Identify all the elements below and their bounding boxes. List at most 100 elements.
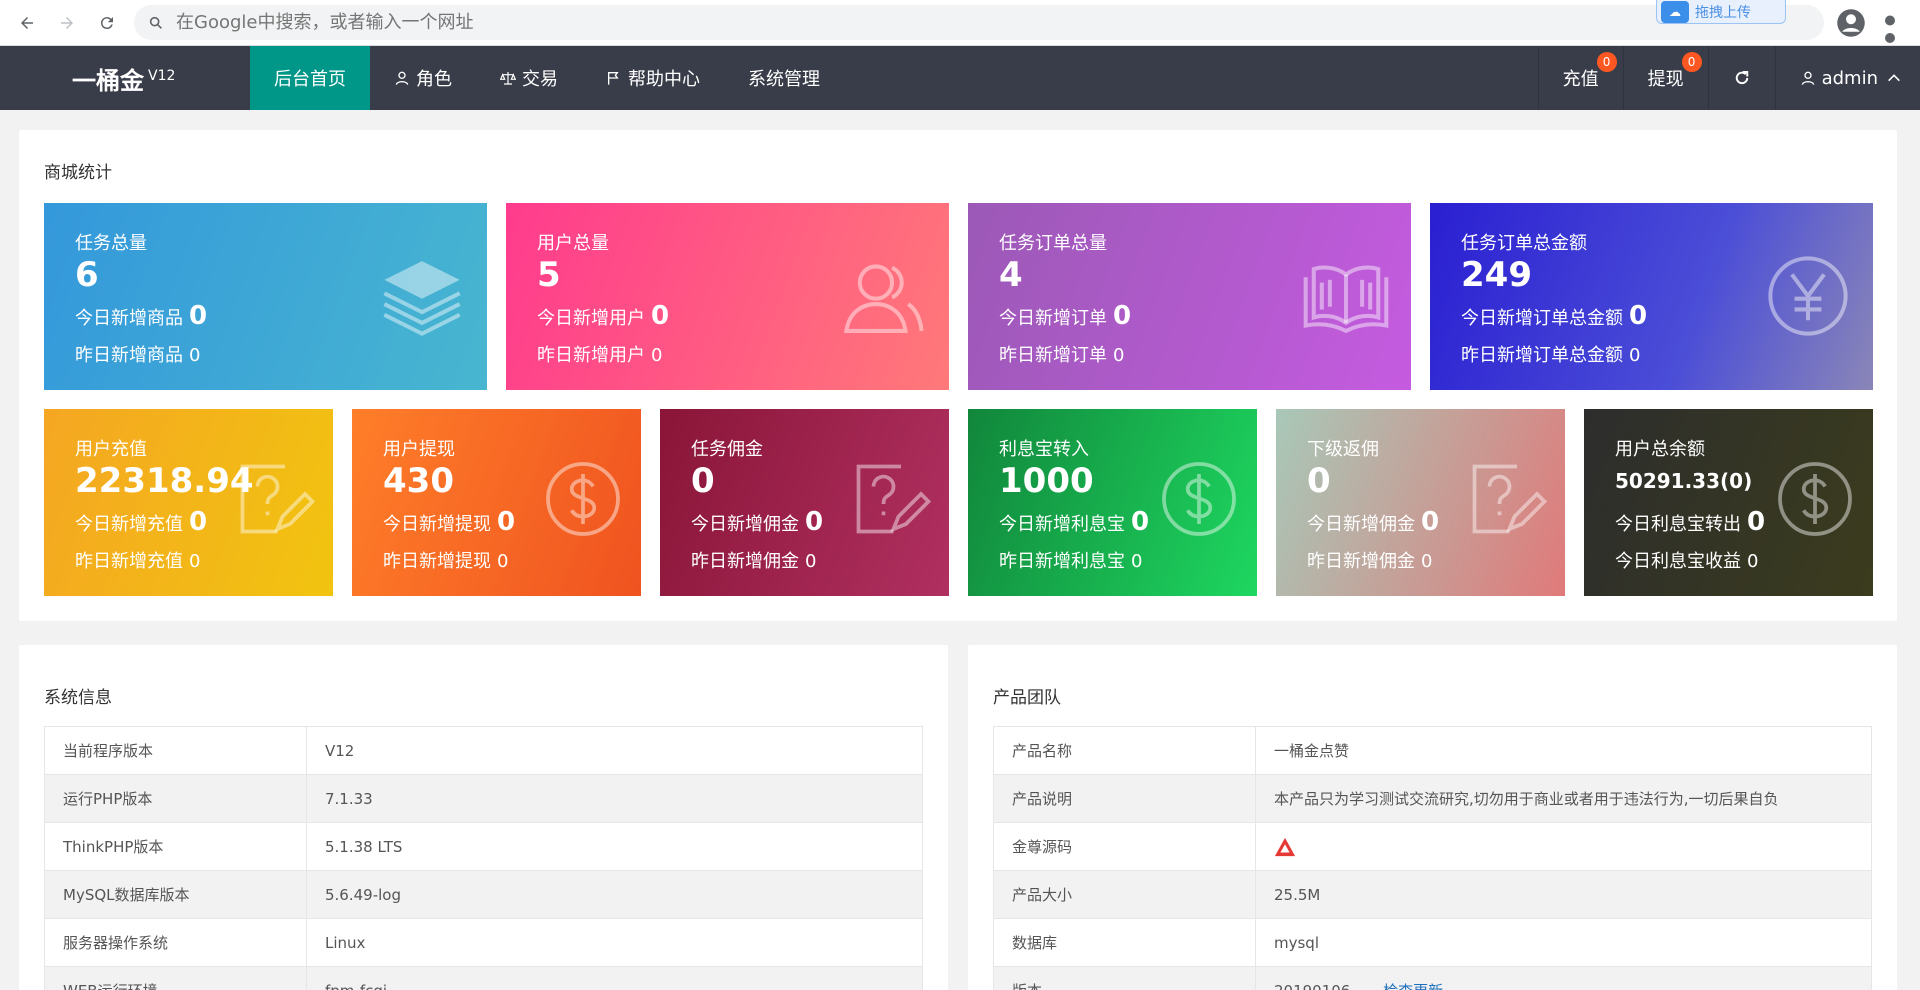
card-yesterday-value: 0	[1421, 551, 1433, 572]
row-value: 本产品只为学习测试交流研究,切勿用于商业或者用于违法行为,一切后果自负	[1255, 774, 1872, 823]
card-today: 今日新增佣金 0	[691, 507, 823, 537]
card-yesterday-value: 0	[651, 345, 663, 366]
nav-help[interactable]: 帮助中心	[582, 46, 724, 110]
card-today-value: 0	[1629, 301, 1648, 331]
browser-menu-button[interactable]	[1880, 8, 1900, 61]
card-yesterday-label: 昨日新增佣金	[691, 551, 799, 572]
upload-extension-button[interactable]: ☁ 拖拽上传	[1656, 0, 1786, 24]
brand-version: V12	[148, 67, 176, 84]
help-edit-icon	[1467, 459, 1548, 539]
table-row: ThinkPHP版本 5.1.38 LTS	[44, 822, 923, 871]
withdraw-button[interactable]: 提现 0	[1622, 46, 1708, 110]
nav-home[interactable]: 后台首页	[250, 46, 370, 110]
row-key: 产品名称	[993, 726, 1256, 775]
panel-title: 系统信息	[44, 688, 112, 708]
user-icon	[1800, 70, 1816, 86]
card-today-label: 今日新增用户	[537, 308, 645, 329]
nav-trade[interactable]: 交易	[476, 46, 582, 110]
card-title: 下级返佣	[1307, 439, 1379, 460]
card-today-value: 0	[651, 301, 670, 331]
card-today-label: 今日新增佣金	[691, 514, 799, 535]
card-yesterday: 昨日新增佣金 0	[691, 547, 816, 573]
stat-card-balance[interactable]: 用户总余额 50291.33(0) 今日利息宝转出 0 今日利息宝收益 0	[1584, 409, 1873, 596]
recharge-button[interactable]: 充值 0	[1537, 46, 1623, 110]
table-row: 产品名称 一桶金点赞	[993, 726, 1872, 775]
card-today: 今日新增提现 0	[383, 507, 515, 537]
card-yesterday: 昨日新增商品 0	[75, 341, 200, 367]
row-key: 服务器操作系统	[44, 918, 307, 967]
stat-card-sub-rebate[interactable]: 下级返佣 0 今日新增佣金 0 昨日新增佣金 0	[1276, 409, 1565, 596]
row-key: 数据库	[993, 918, 1256, 967]
card-yesterday: 昨日新增提现 0	[383, 547, 508, 573]
stat-card-order-amount[interactable]: 任务订单总金额 249 今日新增订单总金额 0 昨日新增订单总金额 0	[1430, 203, 1873, 390]
panel-title: 产品团队	[993, 688, 1061, 708]
card-today: 今日利息宝转出 0	[1615, 507, 1765, 537]
card-yesterday: 昨日新增佣金 0	[1307, 547, 1432, 573]
stat-card-user-total[interactable]: 用户总量 5 今日新增用户 0 昨日新增用户 0	[506, 203, 949, 390]
card-value: 430	[383, 461, 454, 501]
nav-role-label: 角色	[416, 69, 452, 90]
card-yesterday: 昨日新增订单总金额 0	[1461, 341, 1640, 367]
card-today: 今日新增订单 0	[999, 301, 1131, 331]
row-value: 7.1.33	[306, 774, 923, 823]
nav-role[interactable]: 角色	[370, 46, 476, 110]
stat-card-interest-in[interactable]: 利息宝转入 1000 今日新增利息宝 0 昨日新增利息宝 0	[968, 409, 1257, 596]
card-today-label: 今日利息宝转出	[1615, 514, 1741, 535]
card-today: 今日新增用户 0	[537, 301, 669, 331]
panel-title: 商城统计	[44, 163, 112, 183]
card-yesterday-label: 昨日新增利息宝	[999, 551, 1125, 572]
card-today-label: 今日新增订单	[999, 308, 1107, 329]
dollar-icon	[543, 459, 623, 539]
brand-logo[interactable]: 一桶金 V12	[0, 61, 250, 96]
card-today-value: 0	[1421, 507, 1440, 537]
card-today-label: 今日新增利息宝	[999, 514, 1125, 535]
search-icon	[149, 16, 162, 29]
arrow-left-icon	[21, 16, 33, 29]
refresh-icon	[1735, 71, 1748, 85]
table-row: MySQL数据库版本 5.6.49-log	[44, 870, 923, 919]
row-value: 25.5M	[1255, 870, 1872, 919]
nav-system-label: 系统管理	[748, 69, 820, 90]
product-team-panel: 产品团队 产品名称 一桶金点赞 产品说明 本产品只为学习测试交流研究,切勿用于商业或…	[968, 645, 1897, 990]
card-today-value: 0	[497, 507, 516, 537]
reload-button[interactable]	[92, 8, 122, 38]
brand-name: 一桶金	[72, 66, 144, 95]
card-yesterday: 昨日新增订单 0	[999, 341, 1124, 367]
card-today-value: 0	[189, 301, 208, 331]
stat-card-withdraw[interactable]: 用户提现 430 今日新增提现 0 昨日新增提现 0	[352, 409, 641, 596]
browser-toolbar: ☁ 拖拽上传	[0, 0, 1920, 61]
card-today-value: 0	[1113, 301, 1132, 331]
brand-triangle-icon[interactable]	[1274, 836, 1296, 858]
stat-card-commission[interactable]: 任务佣金 0 今日新增佣金 0 昨日新增佣金 0	[660, 409, 949, 596]
card-today: 今日新增订单总金额 0	[1461, 301, 1647, 331]
stat-card-task-total[interactable]: 任务总量 6 今日新增商品 0 昨日新增商品 0	[44, 203, 487, 390]
cloud-icon: ☁	[1661, 0, 1689, 23]
forward-button[interactable]	[52, 8, 82, 38]
users-icon	[841, 253, 927, 339]
back-button[interactable]	[12, 8, 42, 38]
card-value: 4	[999, 255, 1023, 295]
row-key: ThinkPHP版本	[44, 822, 307, 871]
card-yesterday-value: 0	[1131, 551, 1143, 572]
refresh-button[interactable]	[1707, 46, 1775, 110]
card-yesterday: 昨日新增利息宝 0	[999, 547, 1142, 573]
card-title: 用户充值	[75, 439, 147, 460]
row-value: 5.1.38 LTS	[306, 822, 923, 871]
admin-menu[interactable]: admin	[1774, 46, 1920, 110]
stat-card-order-total[interactable]: 任务订单总量 4 今日新增订单 0 昨日新增订单 0	[968, 203, 1411, 390]
withdraw-badge: 0	[1681, 52, 1702, 72]
table-row: 数据库 mysql	[993, 918, 1872, 967]
card-yesterday-value: 0	[1747, 551, 1759, 572]
row-value: 20190106 检查更新	[1255, 966, 1872, 990]
table-row: 金尊源码	[993, 822, 1872, 871]
row-value: mysql	[1255, 918, 1872, 967]
profile-button[interactable]	[1836, 8, 1866, 38]
card-yesterday-label: 昨日新增订单总金额	[1461, 345, 1623, 366]
stat-card-recharge[interactable]: 用户充值 22318.94 今日新增充值 0 昨日新增充值 0	[44, 409, 333, 596]
check-update-link[interactable]: 检查更新	[1383, 982, 1443, 990]
book-icon	[1303, 253, 1389, 339]
address-input[interactable]	[176, 12, 1576, 33]
nav-home-label: 后台首页	[274, 69, 346, 90]
nav-system[interactable]: 系统管理	[724, 46, 844, 110]
address-bar[interactable]	[134, 5, 1824, 40]
